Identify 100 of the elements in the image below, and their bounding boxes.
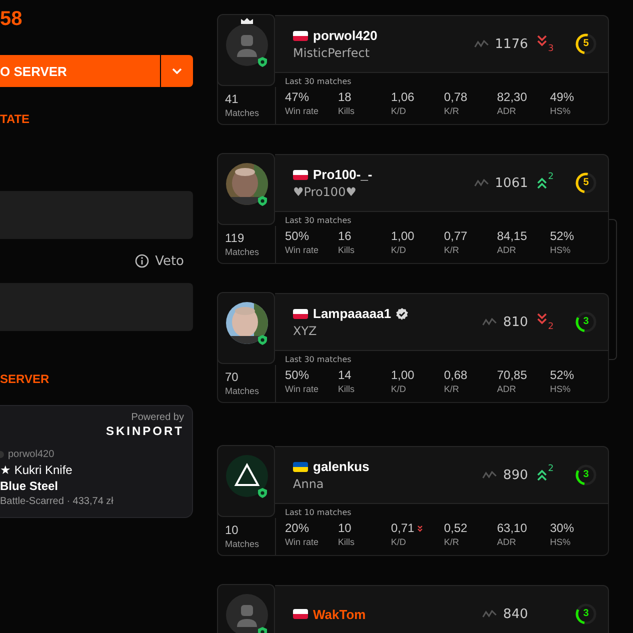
stat-label: Matches xyxy=(225,107,260,120)
state-link[interactable]: TATE xyxy=(0,112,193,126)
level-ring-icon xyxy=(574,310,598,334)
flag-icon xyxy=(293,30,308,40)
stat-label: Matches xyxy=(225,538,260,551)
stat-value: 0,78 xyxy=(444,89,468,105)
flag-icon xyxy=(293,462,308,472)
level-number: 5 xyxy=(582,176,590,190)
stat-label: Win rate xyxy=(285,383,320,396)
item-finish: Blue Steel xyxy=(0,479,60,493)
stat-label: Matches xyxy=(225,385,260,398)
player-name[interactable]: WakTom xyxy=(313,606,366,622)
stat-label: HS% xyxy=(550,105,572,118)
stat-value: 119 xyxy=(225,230,246,246)
veto-label[interactable]: Veto xyxy=(155,254,184,268)
stat-value: 18 xyxy=(338,89,352,105)
player-nickname: MisticPerfect xyxy=(293,46,371,60)
stat-value: 30% xyxy=(550,520,574,536)
stat-label: HS% xyxy=(550,383,572,396)
stat-label: K/D xyxy=(391,244,408,257)
stat-label: Win rate xyxy=(285,105,320,118)
stat-value: 1,00 xyxy=(391,228,414,244)
stat-value: 1,06 xyxy=(391,89,414,105)
sparkline-icon xyxy=(474,179,489,187)
stat-value: 63,10 xyxy=(497,520,528,536)
player-nickname: ♥Pro100♥ xyxy=(293,185,358,199)
stat-label: HS% xyxy=(550,536,572,549)
double-chevron-up-icon xyxy=(536,176,548,190)
stat-label: ADR xyxy=(497,536,518,549)
elo-value: 1176 xyxy=(494,36,528,52)
level-number: 3 xyxy=(582,607,590,621)
stat-value: 1,00 xyxy=(391,367,414,383)
stat-value: 52% xyxy=(550,367,574,383)
trend-count: 2 xyxy=(548,322,554,332)
stat-value: 0,71 xyxy=(391,520,414,536)
stat-label: K/D xyxy=(391,105,408,118)
stat-label: ADR xyxy=(497,105,518,118)
trend-count: 3 xyxy=(548,44,554,54)
matches-range-label: Last 30 matches xyxy=(285,77,352,88)
stat-label: K/R xyxy=(444,105,460,118)
stat-value: 10 xyxy=(225,522,240,538)
stat-value: 50% xyxy=(285,228,310,244)
stat-label: K/D xyxy=(391,536,408,549)
level-ring-icon xyxy=(574,602,598,626)
matches-range-label: Last 10 matches xyxy=(285,508,352,519)
stat-value: 82,30 xyxy=(497,89,528,105)
player-name[interactable]: galenkus xyxy=(313,459,370,474)
double-chevron-down-icon xyxy=(536,34,548,48)
stat-value: 0,52 xyxy=(444,520,468,536)
triangle-logo-icon xyxy=(226,455,268,497)
elo-value: 810 xyxy=(503,314,528,330)
flag-icon xyxy=(293,170,308,180)
owner-name: porwol420 xyxy=(8,449,54,460)
stat-value: 0,77 xyxy=(444,228,468,244)
player-name[interactable]: porwol420 xyxy=(313,28,378,43)
flag-icon xyxy=(293,609,308,619)
stat-label: K/R xyxy=(444,244,460,257)
dropdown-button[interactable] xyxy=(161,55,193,87)
elo-value: 1061 xyxy=(494,176,528,190)
stat-value: 10 xyxy=(338,520,352,536)
trend-count: 2 xyxy=(548,172,554,182)
level-ring-icon xyxy=(574,463,598,487)
level-number: 3 xyxy=(582,315,590,329)
matches-range-label: Last 30 matches xyxy=(285,216,352,227)
chevron-down-icon xyxy=(172,68,182,74)
stat-value: 50% xyxy=(285,367,310,383)
brand-logo: SKINPORT xyxy=(106,424,184,438)
stat-label: Win rate xyxy=(285,244,320,257)
stat-label: Win rate xyxy=(285,536,320,549)
shield-icon xyxy=(258,335,267,345)
matches-range-label: Last 30 matches xyxy=(285,355,352,366)
double-chevron-up-icon xyxy=(536,468,548,482)
info-icon xyxy=(135,254,150,268)
sparkline-icon xyxy=(482,471,498,479)
sparkline-icon xyxy=(474,40,489,48)
stat-label: Kills xyxy=(338,383,356,396)
elo-value: 840 xyxy=(503,606,528,622)
stat-label: K/R xyxy=(444,536,460,549)
item-name: ★ Kukri Knife xyxy=(0,463,74,477)
level-ring-icon xyxy=(574,32,598,56)
item-details: Battle-Scarred · 433,74 zł xyxy=(0,496,114,507)
level-ring-icon xyxy=(574,171,598,195)
flag-icon xyxy=(293,308,308,318)
stat-label: K/R xyxy=(444,383,460,396)
stat-label: ADR xyxy=(497,244,518,257)
shield-icon xyxy=(258,488,267,498)
double-chevron-down-icon xyxy=(536,312,548,326)
sparkline-icon xyxy=(482,318,498,326)
stat-value: 41 xyxy=(225,91,240,107)
player-name[interactable]: Lampaaaaa1 xyxy=(313,306,392,321)
stat-value: 14 xyxy=(338,367,352,383)
stat-value: 84,15 xyxy=(497,228,528,244)
stat-value: 70,85 xyxy=(497,367,528,383)
match-score: 58 xyxy=(0,7,24,32)
level-number: 5 xyxy=(582,37,590,51)
shield-icon xyxy=(258,196,267,206)
avatar-silhouette-icon xyxy=(226,24,268,66)
stat-value: 49% xyxy=(550,89,574,105)
stat-value: 20% xyxy=(285,520,310,536)
player-name[interactable]: Pro100-_- xyxy=(313,167,372,182)
